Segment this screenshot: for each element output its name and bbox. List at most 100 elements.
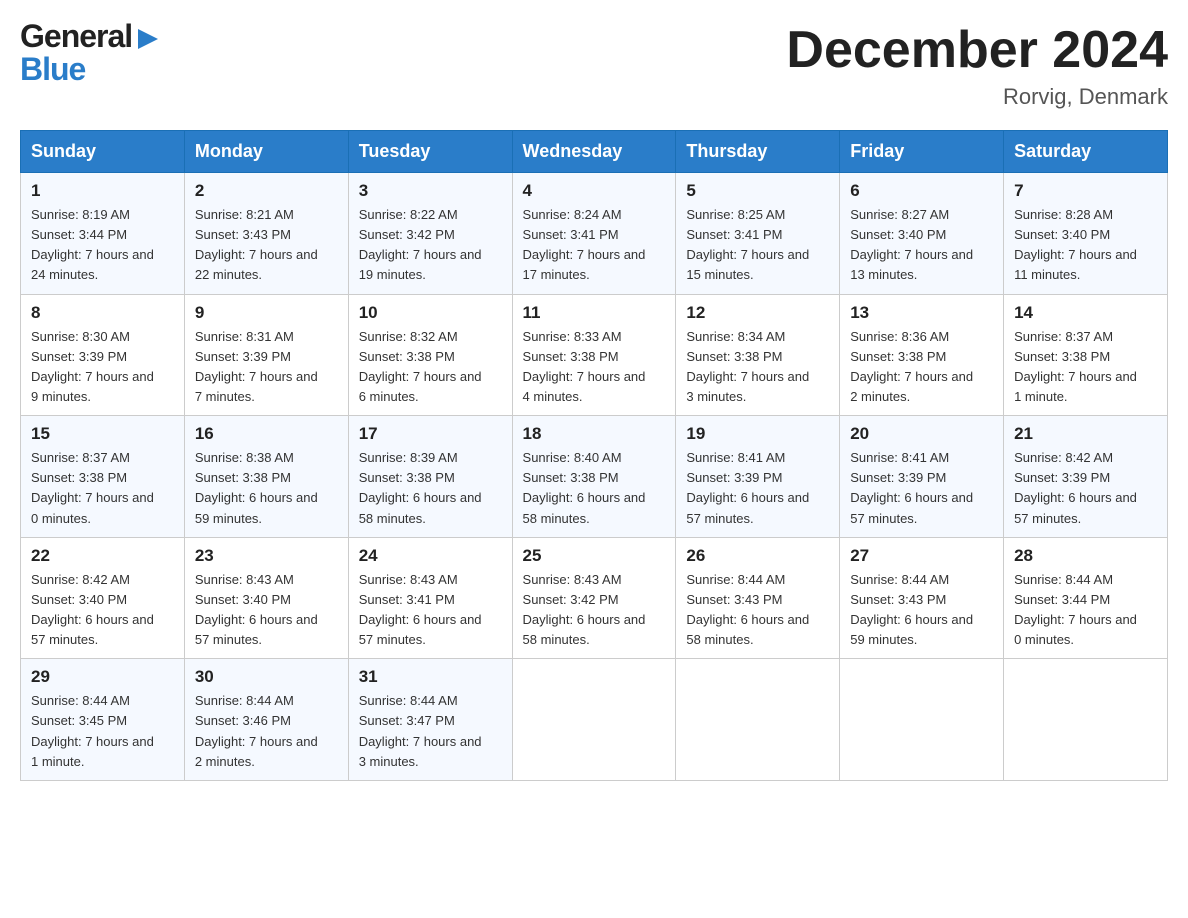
col-tuesday: Tuesday [348,131,512,173]
calendar-week-row: 8Sunrise: 8:30 AMSunset: 3:39 PMDaylight… [21,294,1168,416]
day-info: Sunrise: 8:31 AMSunset: 3:39 PMDaylight:… [195,327,338,408]
day-info: Sunrise: 8:25 AMSunset: 3:41 PMDaylight:… [686,205,829,286]
day-info: Sunrise: 8:39 AMSunset: 3:38 PMDaylight:… [359,448,502,529]
day-info: Sunrise: 8:19 AMSunset: 3:44 PMDaylight:… [31,205,174,286]
day-info: Sunrise: 8:27 AMSunset: 3:40 PMDaylight:… [850,205,993,286]
calendar-day-cell: 29 Sunrise: 8:44 AMSunset: 3:45 PMDayligh… [21,659,185,781]
day-info: Sunrise: 8:44 AMSunset: 3:46 PMDaylight:… [195,691,338,772]
logo-bottom: Blue [20,53,162,85]
calendar-day-cell: 18 Sunrise: 8:40 AMSunset: 3:38 PMDayligh… [512,416,676,538]
calendar-day-cell: 9Sunrise: 8:31 AMSunset: 3:39 PMDaylight… [184,294,348,416]
day-info: Sunrise: 8:41 AMSunset: 3:39 PMDaylight:… [850,448,993,529]
calendar-day-cell: 3Sunrise: 8:22 AMSunset: 3:42 PMDaylight… [348,173,512,295]
calendar-day-cell: 28 Sunrise: 8:44 AMSunset: 3:44 PMDayligh… [1004,537,1168,659]
day-info: Sunrise: 8:40 AMSunset: 3:38 PMDaylight:… [523,448,666,529]
day-number: 2 [195,181,338,201]
day-number: 3 [359,181,502,201]
day-info: Sunrise: 8:43 AMSunset: 3:40 PMDaylight:… [195,570,338,651]
calendar-day-cell: 6Sunrise: 8:27 AMSunset: 3:40 PMDaylight… [840,173,1004,295]
month-title: December 2024 [786,20,1168,80]
day-number: 19 [686,424,829,444]
day-info: Sunrise: 8:33 AMSunset: 3:38 PMDaylight:… [523,327,666,408]
day-number: 20 [850,424,993,444]
calendar-day-cell: 25Sunrise: 8:43 AMSunset: 3:42 PMDayligh… [512,537,676,659]
calendar-day-cell: 15 Sunrise: 8:37 AMSunset: 3:38 PMDayligh… [21,416,185,538]
day-number: 16 [195,424,338,444]
calendar-table: Sunday Monday Tuesday Wednesday Thursday… [20,130,1168,781]
calendar-day-cell: 24 Sunrise: 8:43 AMSunset: 3:41 PMDayligh… [348,537,512,659]
calendar-day-cell: 19 Sunrise: 8:41 AMSunset: 3:39 PMDayligh… [676,416,840,538]
calendar-day-cell: 12Sunrise: 8:34 AMSunset: 3:38 PMDayligh… [676,294,840,416]
calendar-day-cell: 22Sunrise: 8:42 AMSunset: 3:40 PMDayligh… [21,537,185,659]
calendar-week-row: 15 Sunrise: 8:37 AMSunset: 3:38 PMDayligh… [21,416,1168,538]
day-info: Sunrise: 8:34 AMSunset: 3:38 PMDaylight:… [686,327,829,408]
calendar-day-cell: 26 Sunrise: 8:44 AMSunset: 3:43 PMDayligh… [676,537,840,659]
day-info: Sunrise: 8:44 AMSunset: 3:45 PMDaylight:… [31,691,174,772]
day-info: Sunrise: 8:24 AMSunset: 3:41 PMDaylight:… [523,205,666,286]
calendar-day-cell: 23 Sunrise: 8:43 AMSunset: 3:40 PMDayligh… [184,537,348,659]
logo-arrow-icon [134,25,162,53]
col-saturday: Saturday [1004,131,1168,173]
day-number: 24 [359,546,502,566]
day-number: 5 [686,181,829,201]
calendar-day-cell: 8Sunrise: 8:30 AMSunset: 3:39 PMDaylight… [21,294,185,416]
calendar-day-cell [512,659,676,781]
col-sunday: Sunday [21,131,185,173]
calendar-day-cell [676,659,840,781]
calendar-day-cell: 17 Sunrise: 8:39 AMSunset: 3:38 PMDayligh… [348,416,512,538]
col-friday: Friday [840,131,1004,173]
day-number: 26 [686,546,829,566]
day-number: 29 [31,667,174,687]
day-number: 27 [850,546,993,566]
calendar-week-row: 1 Sunrise: 8:19 AMSunset: 3:44 PMDaylight… [21,173,1168,295]
day-number: 4 [523,181,666,201]
calendar-day-cell: 14Sunrise: 8:37 AMSunset: 3:38 PMDayligh… [1004,294,1168,416]
day-info: Sunrise: 8:42 AMSunset: 3:40 PMDaylight:… [31,570,174,651]
day-info: Sunrise: 8:38 AMSunset: 3:38 PMDaylight:… [195,448,338,529]
day-info: Sunrise: 8:44 AMSunset: 3:43 PMDaylight:… [686,570,829,651]
calendar-day-cell: 2 Sunrise: 8:21 AMSunset: 3:43 PMDaylight… [184,173,348,295]
calendar-day-cell: 16 Sunrise: 8:38 AMSunset: 3:38 PMDayligh… [184,416,348,538]
page-header: General Blue December 2024 Rorvig, Denma… [20,20,1168,110]
day-number: 28 [1014,546,1157,566]
day-info: Sunrise: 8:30 AMSunset: 3:39 PMDaylight:… [31,327,174,408]
day-number: 1 [31,181,174,201]
calendar-week-row: 22Sunrise: 8:42 AMSunset: 3:40 PMDayligh… [21,537,1168,659]
calendar-day-cell: 11 Sunrise: 8:33 AMSunset: 3:38 PMDayligh… [512,294,676,416]
day-number: 7 [1014,181,1157,201]
calendar-day-cell: 7 Sunrise: 8:28 AMSunset: 3:40 PMDaylight… [1004,173,1168,295]
day-info: Sunrise: 8:28 AMSunset: 3:40 PMDaylight:… [1014,205,1157,286]
title-area: December 2024 Rorvig, Denmark [786,20,1168,110]
day-info: Sunrise: 8:44 AMSunset: 3:44 PMDaylight:… [1014,570,1157,651]
calendar-day-cell: 20 Sunrise: 8:41 AMSunset: 3:39 PMDayligh… [840,416,1004,538]
day-info: Sunrise: 8:32 AMSunset: 3:38 PMDaylight:… [359,327,502,408]
calendar-day-cell: 21Sunrise: 8:42 AMSunset: 3:39 PMDayligh… [1004,416,1168,538]
col-monday: Monday [184,131,348,173]
day-number: 17 [359,424,502,444]
day-number: 11 [523,303,666,323]
calendar-day-cell: 31Sunrise: 8:44 AMSunset: 3:47 PMDayligh… [348,659,512,781]
day-number: 15 [31,424,174,444]
day-number: 21 [1014,424,1157,444]
day-number: 23 [195,546,338,566]
col-thursday: Thursday [676,131,840,173]
day-info: Sunrise: 8:41 AMSunset: 3:39 PMDaylight:… [686,448,829,529]
calendar-day-cell: 10 Sunrise: 8:32 AMSunset: 3:38 PMDayligh… [348,294,512,416]
day-info: Sunrise: 8:37 AMSunset: 3:38 PMDaylight:… [1014,327,1157,408]
calendar-day-cell [1004,659,1168,781]
calendar-day-cell [840,659,1004,781]
day-info: Sunrise: 8:37 AMSunset: 3:38 PMDaylight:… [31,448,174,529]
calendar-day-cell: 13 Sunrise: 8:36 AMSunset: 3:38 PMDayligh… [840,294,1004,416]
calendar-header-row: Sunday Monday Tuesday Wednesday Thursday… [21,131,1168,173]
day-info: Sunrise: 8:44 AMSunset: 3:43 PMDaylight:… [850,570,993,651]
calendar-week-row: 29 Sunrise: 8:44 AMSunset: 3:45 PMDayligh… [21,659,1168,781]
day-info: Sunrise: 8:21 AMSunset: 3:43 PMDaylight:… [195,205,338,286]
calendar-day-cell: 4 Sunrise: 8:24 AMSunset: 3:41 PMDaylight… [512,173,676,295]
calendar-day-cell: 1 Sunrise: 8:19 AMSunset: 3:44 PMDaylight… [21,173,185,295]
day-info: Sunrise: 8:43 AMSunset: 3:42 PMDaylight:… [523,570,666,651]
day-info: Sunrise: 8:36 AMSunset: 3:38 PMDaylight:… [850,327,993,408]
day-number: 10 [359,303,502,323]
day-number: 13 [850,303,993,323]
day-number: 18 [523,424,666,444]
day-info: Sunrise: 8:43 AMSunset: 3:41 PMDaylight:… [359,570,502,651]
